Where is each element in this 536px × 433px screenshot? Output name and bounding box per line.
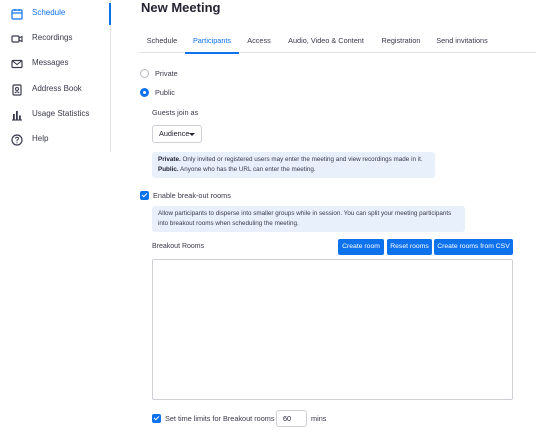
guests-join-value: Audience — [159, 129, 190, 138]
reset-rooms-button[interactable]: Reset rooms — [387, 239, 432, 255]
tab-registration[interactable]: Registration — [377, 29, 425, 53]
sidebar-item-label: Usage Statistics — [32, 109, 90, 118]
private-label: Private — [155, 69, 178, 78]
time-limit-label: Set time limits for Breakout rooms — [165, 414, 275, 423]
caret-down-icon — [189, 133, 195, 136]
envelope-icon — [10, 57, 24, 71]
tab-participants[interactable]: Participants — [185, 29, 239, 54]
tab-bar: Schedule Participants Access Audio, Vide… — [139, 29, 536, 54]
time-limit-checkbox[interactable] — [152, 414, 161, 423]
sidebar: Schedule Recordings Messages Address Boo… — [0, 0, 111, 152]
sidebar-item-usage-statistics[interactable]: Usage Statistics — [0, 104, 110, 126]
address-book-icon — [10, 83, 24, 97]
breakout-info-text: Allow participants to disperse into smal… — [158, 210, 452, 227]
tab-schedule[interactable]: Schedule — [139, 29, 185, 53]
private-radio[interactable] — [140, 69, 149, 78]
sidebar-item-address-book[interactable]: Address Book — [0, 79, 110, 101]
info-private-text: Only invited or registered users may ent… — [180, 156, 423, 163]
private-option[interactable]: Private — [140, 69, 178, 78]
breakout-rooms-list[interactable] — [152, 259, 513, 400]
calendar-icon — [10, 7, 24, 21]
create-rooms-from-csv-button[interactable]: Create rooms from CSV — [434, 239, 513, 255]
time-limit-input[interactable]: 60 — [276, 410, 307, 427]
sidebar-item-label: Messages — [32, 58, 69, 67]
tab-send-invitations[interactable]: Send invitations — [432, 29, 492, 53]
info-public-bold: Public. — [158, 166, 179, 173]
breakout-info-box: Allow participants to disperse into smal… — [152, 206, 465, 232]
create-room-button[interactable]: Create room — [338, 239, 384, 255]
public-option[interactable]: Public — [140, 88, 175, 97]
enable-breakout-option[interactable]: Enable break-out rooms — [140, 191, 231, 200]
sidebar-item-label: Help — [32, 134, 49, 143]
sidebar-item-label: Recordings — [32, 33, 73, 42]
public-radio[interactable] — [140, 88, 149, 97]
info-public-line: Public. Anyone who has the URL can enter… — [158, 165, 429, 175]
video-camera-icon — [10, 32, 24, 46]
guests-join-select[interactable]: Audience — [152, 125, 202, 143]
time-limit-option[interactable]: Set time limits for Breakout rooms — [152, 414, 275, 423]
sidebar-item-messages[interactable]: Messages — [0, 53, 110, 75]
public-label: Public — [155, 88, 175, 97]
access-info-box: Private. Only invited or registered user… — [152, 152, 435, 178]
breakout-rooms-label: Breakout Rooms — [152, 243, 205, 250]
info-private-line: Private. Only invited or registered user… — [158, 155, 429, 165]
sidebar-item-recordings[interactable]: Recordings — [0, 28, 110, 50]
enable-breakout-label: Enable break-out rooms — [153, 191, 231, 200]
question-circle-icon — [10, 133, 24, 147]
page-title: New Meeting — [141, 0, 221, 15]
guests-join-label: Guests join as — [152, 108, 199, 117]
sidebar-item-help[interactable]: Help — [0, 129, 110, 151]
bar-chart-icon — [10, 108, 24, 122]
time-limit-unit: mins — [311, 414, 327, 423]
sidebar-item-label: Address Book — [32, 84, 82, 93]
sidebar-item-label: Schedule — [32, 8, 66, 17]
sidebar-item-schedule[interactable]: Schedule — [0, 3, 111, 25]
enable-breakout-checkbox[interactable] — [140, 191, 149, 200]
info-public-text: Anyone who has the URL can enter the mee… — [178, 166, 316, 173]
info-private-bold: Private. — [158, 156, 181, 163]
tab-access[interactable]: Access — [242, 29, 276, 53]
tab-audio-video-content[interactable]: Audio, Video & Content — [282, 29, 370, 53]
